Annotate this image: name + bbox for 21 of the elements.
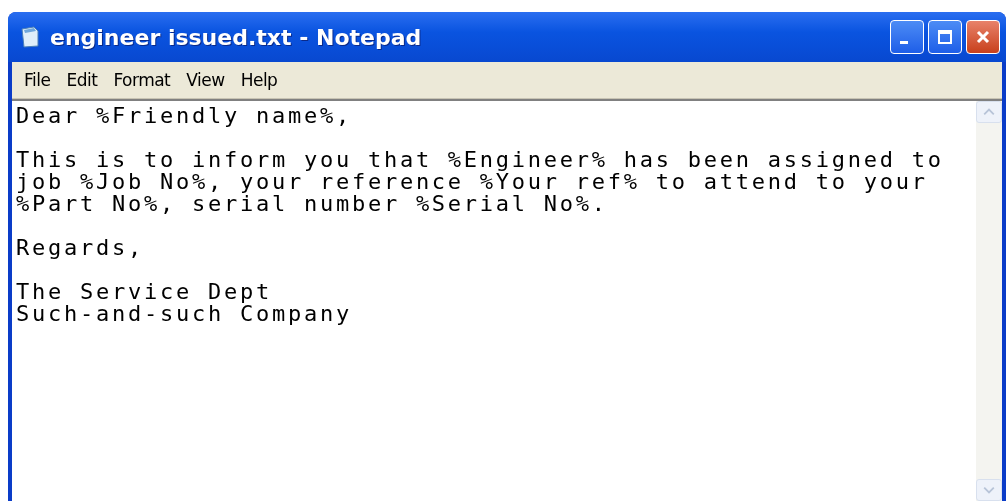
menu-item[interactable]: Help xyxy=(232,70,286,90)
chevron-down-icon xyxy=(983,486,995,494)
menu-item[interactable]: View xyxy=(178,70,233,90)
minimize-button[interactable] xyxy=(890,20,924,54)
window-title: engineer issued.txt - Notepad xyxy=(50,24,423,50)
text-line: Regards, xyxy=(16,237,145,259)
text-line: The Service Dept xyxy=(16,281,273,303)
text-line: job %Job No%, your reference %Your ref% to attend to your xyxy=(16,171,929,193)
menu-item[interactable]: Format xyxy=(105,70,179,90)
text-line: Dear %Friendly name%, xyxy=(16,105,353,127)
menu-item[interactable]: File xyxy=(16,70,59,90)
close-button[interactable] xyxy=(966,20,1000,54)
minimize-icon xyxy=(900,40,908,44)
maximize-button[interactable] xyxy=(928,20,962,54)
notepad-icon xyxy=(20,26,40,48)
text-line: This is to inform you that %Engineer% has been assigned to xyxy=(16,149,945,171)
menu-item[interactable]: Edit xyxy=(58,70,106,90)
text-line: %Part No%, serial number %Serial No%. xyxy=(16,193,609,215)
text-line: Such-and-such Company xyxy=(16,303,353,325)
chevron-up-icon xyxy=(983,108,995,116)
maximize-icon xyxy=(935,27,955,47)
